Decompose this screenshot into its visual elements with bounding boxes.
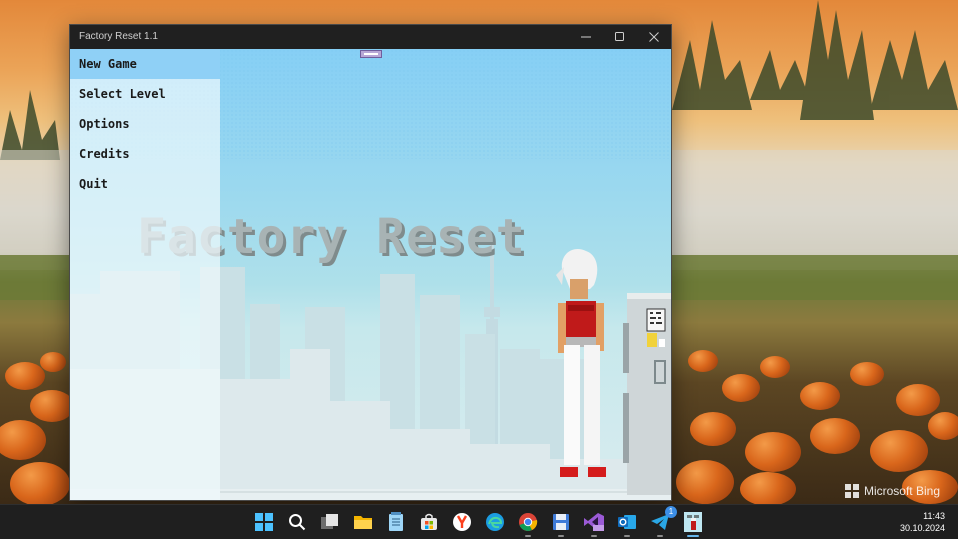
menu-select-level[interactable]: Select Level: [70, 79, 220, 109]
chrome-icon: [519, 513, 538, 531]
minimize-icon: [581, 36, 591, 38]
drop-down-handle[interactable]: [360, 50, 382, 58]
taskbar-file-explorer[interactable]: [351, 510, 375, 534]
running-indicator: [657, 535, 663, 537]
minimize-button[interactable]: [569, 25, 603, 49]
notepad-icon: [389, 512, 403, 531]
player-character: [556, 249, 606, 477]
game-window: Factory Reset 1.1 Factory Reset New Game…: [69, 24, 672, 501]
running-indicator: [624, 535, 630, 537]
taskbar-visual-studio-preview[interactable]: [582, 510, 606, 537]
taskbar-chrome[interactable]: [516, 510, 540, 537]
game-viewport[interactable]: Factory Reset New Game Select Level Opti…: [70, 49, 671, 500]
folder-icon: [354, 516, 372, 529]
windows-logo-icon: [255, 513, 273, 531]
taskbar-outlook[interactable]: [615, 510, 639, 537]
search-icon: [289, 514, 306, 531]
close-icon: [649, 32, 659, 42]
maximize-icon: [615, 32, 624, 41]
taskbar: 1 11:43 30.10.2024: [0, 504, 958, 539]
maximize-button[interactable]: [603, 25, 637, 49]
taskbar-telegram[interactable]: 1: [648, 506, 677, 537]
running-indicator: [591, 535, 597, 537]
outlook-icon: [618, 515, 636, 529]
system-clock[interactable]: 11:43 30.10.2024: [900, 510, 945, 534]
close-button[interactable]: [637, 25, 671, 49]
task-view-icon: [321, 514, 338, 529]
taskbar-notepad[interactable]: [384, 510, 408, 534]
taskbar-factory-reset[interactable]: [681, 510, 705, 537]
menu-new-game[interactable]: New Game: [70, 49, 220, 79]
taskbar-save-app[interactable]: [549, 510, 573, 537]
visual-studio-icon: [584, 513, 604, 531]
factory-reset-app-icon: [684, 512, 702, 532]
taskbar-edge[interactable]: [483, 510, 507, 534]
edge-icon: [486, 513, 504, 531]
bing-watermark: Microsoft Bing: [844, 484, 940, 498]
window-titlebar[interactable]: Factory Reset 1.1: [70, 25, 671, 49]
menu-options[interactable]: Options: [70, 109, 220, 139]
notification-badge: 1: [665, 506, 677, 518]
window-title: Factory Reset 1.1: [79, 31, 158, 42]
clock-date: 30.10.2024: [899, 523, 945, 533]
menu-quit[interactable]: Quit: [70, 169, 220, 199]
menu-credits[interactable]: Credits: [70, 139, 220, 169]
taskbar-microsoft-store[interactable]: [417, 510, 441, 534]
start-button[interactable]: [252, 510, 276, 534]
store-icon: [421, 513, 437, 530]
control-machine: [623, 293, 671, 495]
running-indicator: [525, 535, 531, 537]
search-button[interactable]: [285, 510, 309, 534]
clock-time: 11:43: [923, 511, 945, 521]
bing-watermark-label: Microsoft Bing: [863, 484, 940, 498]
floppy-disk-icon: [553, 514, 569, 530]
yandex-icon: [453, 513, 471, 531]
task-view-button[interactable]: [318, 510, 342, 534]
microsoft-logo-icon: [844, 484, 859, 498]
active-indicator: [687, 535, 699, 537]
running-indicator: [558, 535, 564, 537]
main-menu: New Game Select Level Options Credits Qu…: [70, 49, 220, 500]
taskbar-yandex-browser[interactable]: [450, 510, 474, 534]
